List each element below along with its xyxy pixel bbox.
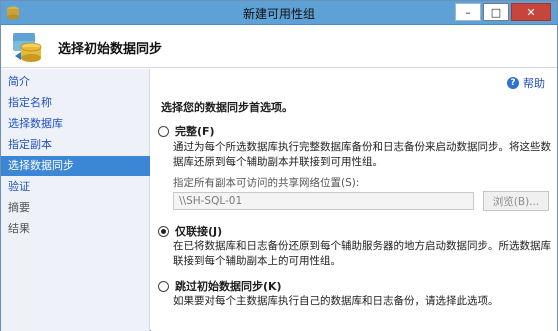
minimize-button[interactable]: – [455,3,481,21]
browse-button[interactable]: 浏览(B)... [483,191,549,211]
radio-skip[interactable] [158,280,169,292]
wizard-window: 新建可用性组 – □ ✕ 选择初始数据同步 简介 指定名称 选择数据库 指定副本… [0,0,558,331]
nav-item-validation[interactable]: 验证 [1,177,150,197]
option-skip[interactable]: 跳过初始数据同步(K) [158,278,282,294]
page-title: 选择初始数据同步 [58,42,163,57]
nav-item-results: 结果 [8,222,30,235]
help-label: 帮助 [523,77,545,90]
close-button[interactable]: ✕ [511,3,551,21]
nav-item-specify-name[interactable]: 指定名称 [1,93,150,113]
main-panel: ? 帮助 选择您的数据同步首选项。 完整(F) 通过为每个所选数据库执行完整数据… [151,69,557,331]
maximize-button[interactable]: □ [483,3,509,21]
nav-item-summary: 摘要 [8,201,30,214]
help-icon: ? [507,77,519,89]
nav-item-select-databases[interactable]: 选择数据库 [1,114,150,134]
nav-item-data-sync[interactable]: 选择数据同步 [1,156,150,176]
option-join-only-label: 仅联接(J) [175,225,223,238]
share-location-label: 指定所有副本可访问的共享网络位置(S): [173,177,360,189]
option-join-only[interactable]: 仅联接(J) [158,223,222,239]
nav-item-specify-replicas[interactable]: 指定副本 [1,135,150,155]
wizard-nav: 简介 指定名称 选择数据库 指定副本 选择数据同步 验证 摘要 结果 [1,69,150,331]
wizard-header: 选择初始数据同步 [1,26,557,68]
instruction-text: 选择您的数据同步首选项。 [161,101,293,114]
option-skip-label: 跳过初始数据同步(K) [175,280,282,293]
radio-join-only[interactable] [158,225,169,237]
share-location-input[interactable] [173,192,474,210]
database-sync-icon [13,33,42,62]
option-skip-description: 如果要对每个主数据库执行自己的数据库和日志备份，请选择此选项。 [173,295,499,307]
help-link[interactable]: ? 帮助 [507,75,545,91]
title-bar[interactable]: 新建可用性组 – □ ✕ [1,1,557,25]
option-full-label: 完整(F) [175,125,215,138]
option-full[interactable]: 完整(F) [158,123,215,139]
nav-item-introduction[interactable]: 简介 [1,72,150,92]
radio-full[interactable] [158,125,169,137]
option-join-only-description: 在已将数据库和日志备份还原到每个辅助服务器的地方启动数据同步。所选数据库联接到每… [173,240,551,267]
option-full-description: 通过为每个所选数据库执行完整数据库备份和日志备份来启动数据同步。将这些数据库还原… [173,141,551,168]
